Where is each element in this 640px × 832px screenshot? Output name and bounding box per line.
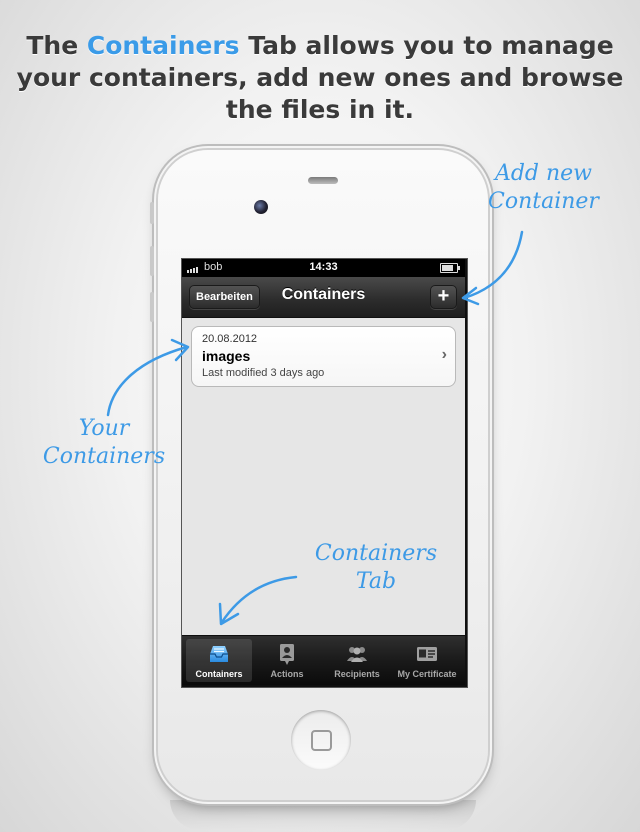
tab-actions-label: Actions <box>270 669 304 679</box>
tab-containers-label: Containers <box>195 669 243 679</box>
headline-highlight: Containers <box>86 31 240 60</box>
home-button[interactable] <box>291 710 351 770</box>
earpiece-speaker <box>308 177 338 184</box>
container-list-item[interactable]: 20.08.2012 images Last modified 3 days a… <box>191 326 456 387</box>
headline: The Containers Tab allows you to manage … <box>0 30 640 126</box>
front-camera <box>254 200 268 214</box>
person-badge-icon <box>280 644 294 665</box>
phone-screen: bob 14:33 Bearbeiten Containers + 20.08.… <box>181 258 468 688</box>
tab-my-certificate-label: My Certificate <box>397 669 457 679</box>
annotation-your-line-1: Your <box>78 416 130 441</box>
tab-recipients-label: Recipients <box>334 669 380 679</box>
annotation-tab-line-1: Containers <box>314 541 438 566</box>
chevron-right-icon: › <box>441 346 447 363</box>
volume-down-button <box>150 292 154 322</box>
navigation-bar: Bearbeiten Containers + <box>182 277 465 318</box>
mute-switch <box>150 202 154 224</box>
id-card-icon <box>417 647 437 661</box>
people-group-icon <box>347 647 367 662</box>
inbox-tray-icon <box>210 646 228 662</box>
annotation-your-line-2: Containers <box>42 444 166 469</box>
tab-my-certificate[interactable]: My Certificate <box>394 639 460 682</box>
tab-actions[interactable]: Actions <box>254 639 320 682</box>
annotation-add-new-line-1: Add new <box>494 161 593 186</box>
status-time: 14:33 <box>309 261 338 273</box>
status-bar: bob 14:33 <box>182 259 465 277</box>
annotation-tab-line-2: Tab <box>355 569 397 594</box>
annotation-containers-tab: Containers Tab <box>296 540 456 596</box>
container-name: images <box>202 348 251 364</box>
add-container-button[interactable]: + <box>430 285 457 309</box>
iphone-device: bob 14:33 Bearbeiten Containers + 20.08.… <box>150 150 488 800</box>
annotation-add-new: Add new Container <box>488 160 599 216</box>
nav-title: Containers <box>281 286 366 303</box>
tab-recipients[interactable]: Recipients <box>324 639 390 682</box>
container-date: 20.08.2012 <box>202 333 258 345</box>
annotation-your-containers: Your Containers <box>24 415 184 471</box>
volume-up-button <box>150 246 154 276</box>
headline-line-3: the files in it. <box>225 95 415 124</box>
phone-reflection <box>170 800 476 830</box>
headline-line-2: your containers, add new ones and browse <box>16 63 624 92</box>
battery-icon <box>440 263 460 273</box>
headline-line1-rest: Tab allows you to manage <box>239 31 614 60</box>
annotation-add-new-line-2: Container <box>488 189 599 214</box>
tab-containers[interactable]: Containers <box>186 639 252 682</box>
tab-bar: Containers Actions Recipients My Certifi… <box>182 636 465 685</box>
container-modified: Last modified 3 days ago <box>202 367 325 379</box>
headline-prefix: The <box>26 31 87 60</box>
headline-line-1: The Containers Tab allows you to manage <box>0 30 640 62</box>
